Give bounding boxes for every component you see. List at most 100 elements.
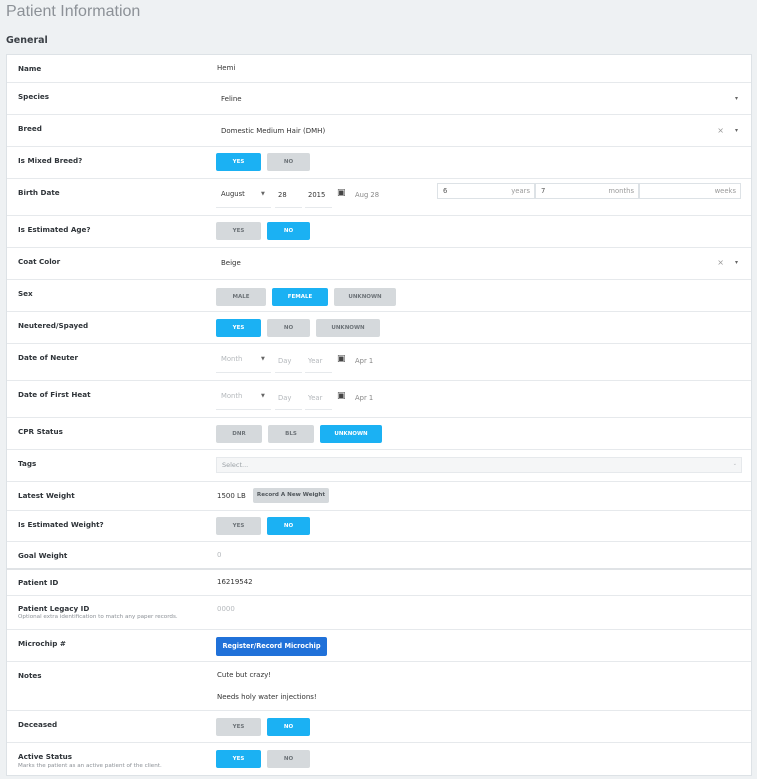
mixed-breed-yes-button[interactable]: YES <box>216 153 261 171</box>
close-icon[interactable]: × <box>717 126 724 135</box>
chevron-down-icon: ▼ <box>261 356 265 362</box>
birth-date-display: Aug 28 <box>355 191 380 199</box>
active-status-yes-button[interactable]: YES <box>216 750 261 768</box>
estimated-age-yes-button[interactable]: YES <box>216 222 261 240</box>
goal-weight-label: Goal Weight <box>18 551 68 560</box>
neuter-day-underline <box>275 372 302 373</box>
neutered-unknown-button[interactable]: UNKNOWN <box>316 319 380 337</box>
legacy-id-input[interactable]: 0000 <box>217 605 235 613</box>
register-microchip-button[interactable]: Register/Record Microchip <box>216 637 327 656</box>
active-status-no-button[interactable]: NO <box>267 750 310 768</box>
species-value: Feline <box>221 95 242 103</box>
notes-row: Notes Cute but crazy! Needs holy water i… <box>7 661 751 710</box>
tags-select[interactable]: Select... ⌄ <box>216 457 742 473</box>
mixed-breed-no-button[interactable]: NO <box>267 153 310 171</box>
sex-label: Sex <box>18 289 33 298</box>
estimated-weight-yes-button[interactable]: YES <box>216 517 261 535</box>
estimated-weight-no-button[interactable]: NO <box>267 517 310 535</box>
record-weight-button[interactable]: Record A New Weight <box>253 488 329 503</box>
goal-weight-row: Goal Weight 0 <box>7 541 751 568</box>
neuter-month-select[interactable]: Month <box>221 355 242 363</box>
legacy-id-sublabel: Optional extra identification to match a… <box>18 614 178 620</box>
latest-weight-label: Latest Weight <box>18 491 75 500</box>
cpr-dnr-button[interactable]: DNR <box>216 425 262 443</box>
age-weeks-input[interactable]: weeks <box>639 183 741 199</box>
sex-row: Sex MALE FEMALE UNKNOWN <box>7 279 751 311</box>
deceased-row: Deceased YES NO <box>7 710 751 742</box>
sex-female-button[interactable]: FEMALE <box>272 288 328 306</box>
coat-color-value: Beige <box>221 259 241 267</box>
birth-year-underline <box>305 207 332 208</box>
sex-male-button[interactable]: MALE <box>216 288 266 306</box>
birth-day-input[interactable]: 28 <box>278 191 287 199</box>
age-months-input[interactable]: 7 months <box>535 183 639 199</box>
date-first-heat-row: Date of First Heat Month ▼ Day Year ▣ Ap… <box>7 380 751 417</box>
neuter-day-input[interactable]: Day <box>278 357 291 365</box>
age-weeks-unit: weeks <box>714 187 736 195</box>
notes-line[interactable]: Cute but crazy! <box>217 671 271 679</box>
tags-placeholder: Select... <box>222 461 249 469</box>
estimated-age-row: Is Estimated Age? YES NO <box>7 215 751 247</box>
sex-unknown-button[interactable]: UNKNOWN <box>334 288 396 306</box>
species-select[interactable]: Feline ▾ <box>216 88 742 110</box>
species-label: Species <box>18 92 50 101</box>
tags-label: Tags <box>18 459 37 468</box>
deceased-no-button[interactable]: NO <box>267 718 310 736</box>
name-label: Name <box>18 64 42 73</box>
coat-color-select[interactable]: Beige × ▾ <box>216 252 742 274</box>
birth-month-select[interactable]: August <box>221 190 245 198</box>
neutered-no-button[interactable]: NO <box>267 319 310 337</box>
calendar-icon[interactable]: ▣ <box>337 188 346 198</box>
neutered-row: Neutered/Spayed YES NO UNKNOWN <box>7 311 751 343</box>
deceased-yes-button[interactable]: YES <box>216 718 261 736</box>
chevron-down-icon: ▾ <box>734 259 738 266</box>
calendar-icon[interactable]: ▣ <box>337 354 346 364</box>
legacy-id-row: Patient Legacy ID Optional extra identif… <box>7 595 751 629</box>
birth-month-underline <box>216 207 271 208</box>
heat-month-select[interactable]: Month <box>221 392 242 400</box>
latest-weight-row: Latest Weight 1500 LB Record A New Weigh… <box>7 481 751 510</box>
microchip-row: Microchip # Register/Record Microchip <box>7 629 751 661</box>
calendar-icon[interactable]: ▣ <box>337 391 346 401</box>
age-months-value: 7 <box>541 187 546 195</box>
name-field[interactable]: Hemi <box>217 64 235 72</box>
estimated-age-no-button[interactable]: NO <box>267 222 310 240</box>
breed-select[interactable]: Domestic Medium Hair (DMH) × ▾ <box>216 120 742 142</box>
tags-row: Tags Select... ⌄ <box>7 449 751 481</box>
notes-line[interactable]: Needs holy water injections! <box>217 693 317 701</box>
cpr-status-row: CPR Status DNR BLS UNKNOWN <box>7 417 751 449</box>
microchip-label: Microchip # <box>18 639 66 648</box>
age-months-unit: months <box>608 187 634 195</box>
neuter-year-underline <box>305 372 332 373</box>
heat-day-input[interactable]: Day <box>278 394 291 402</box>
chevron-down-icon: ▼ <box>261 393 265 399</box>
patient-id-label: Patient ID <box>18 578 59 587</box>
neutered-yes-button[interactable]: YES <box>216 319 261 337</box>
deceased-label: Deceased <box>18 720 58 729</box>
cpr-unknown-button[interactable]: UNKNOWN <box>320 425 382 443</box>
age-years-input[interactable]: 6 years <box>437 183 535 199</box>
active-status-label: Active Status <box>18 752 73 761</box>
goal-weight-input[interactable]: 0 <box>217 551 221 559</box>
cpr-bls-button[interactable]: BLS <box>268 425 314 443</box>
neutered-label: Neutered/Spayed <box>18 321 89 330</box>
heat-year-input[interactable]: Year <box>308 394 322 402</box>
chevron-down-icon: ▾ <box>734 127 738 134</box>
mixed-breed-label: Is Mixed Breed? <box>18 156 83 165</box>
patient-info-card: Name Hemi Species Feline ▾ Breed Domesti… <box>6 54 752 776</box>
birth-date-label: Birth Date <box>18 188 60 197</box>
patient-id-value: 16219542 <box>217 578 253 586</box>
name-row: Name Hemi <box>7 55 751 82</box>
close-icon[interactable]: × <box>717 258 724 267</box>
neuter-year-input[interactable]: Year <box>308 357 322 365</box>
estimated-weight-row: Is Estimated Weight? YES NO <box>7 510 751 541</box>
section-title: General <box>6 35 48 46</box>
breed-label: Breed <box>18 124 42 133</box>
birth-year-input[interactable]: 2015 <box>308 191 325 199</box>
page-title: Patient Information <box>6 3 141 20</box>
latest-weight-value: 1500 LB <box>217 492 246 500</box>
breed-row: Breed Domestic Medium Hair (DMH) × ▾ <box>7 114 751 146</box>
date-first-heat-label: Date of First Heat <box>18 390 91 399</box>
cpr-status-label: CPR Status <box>18 427 63 436</box>
date-of-neuter-label: Date of Neuter <box>18 353 79 362</box>
